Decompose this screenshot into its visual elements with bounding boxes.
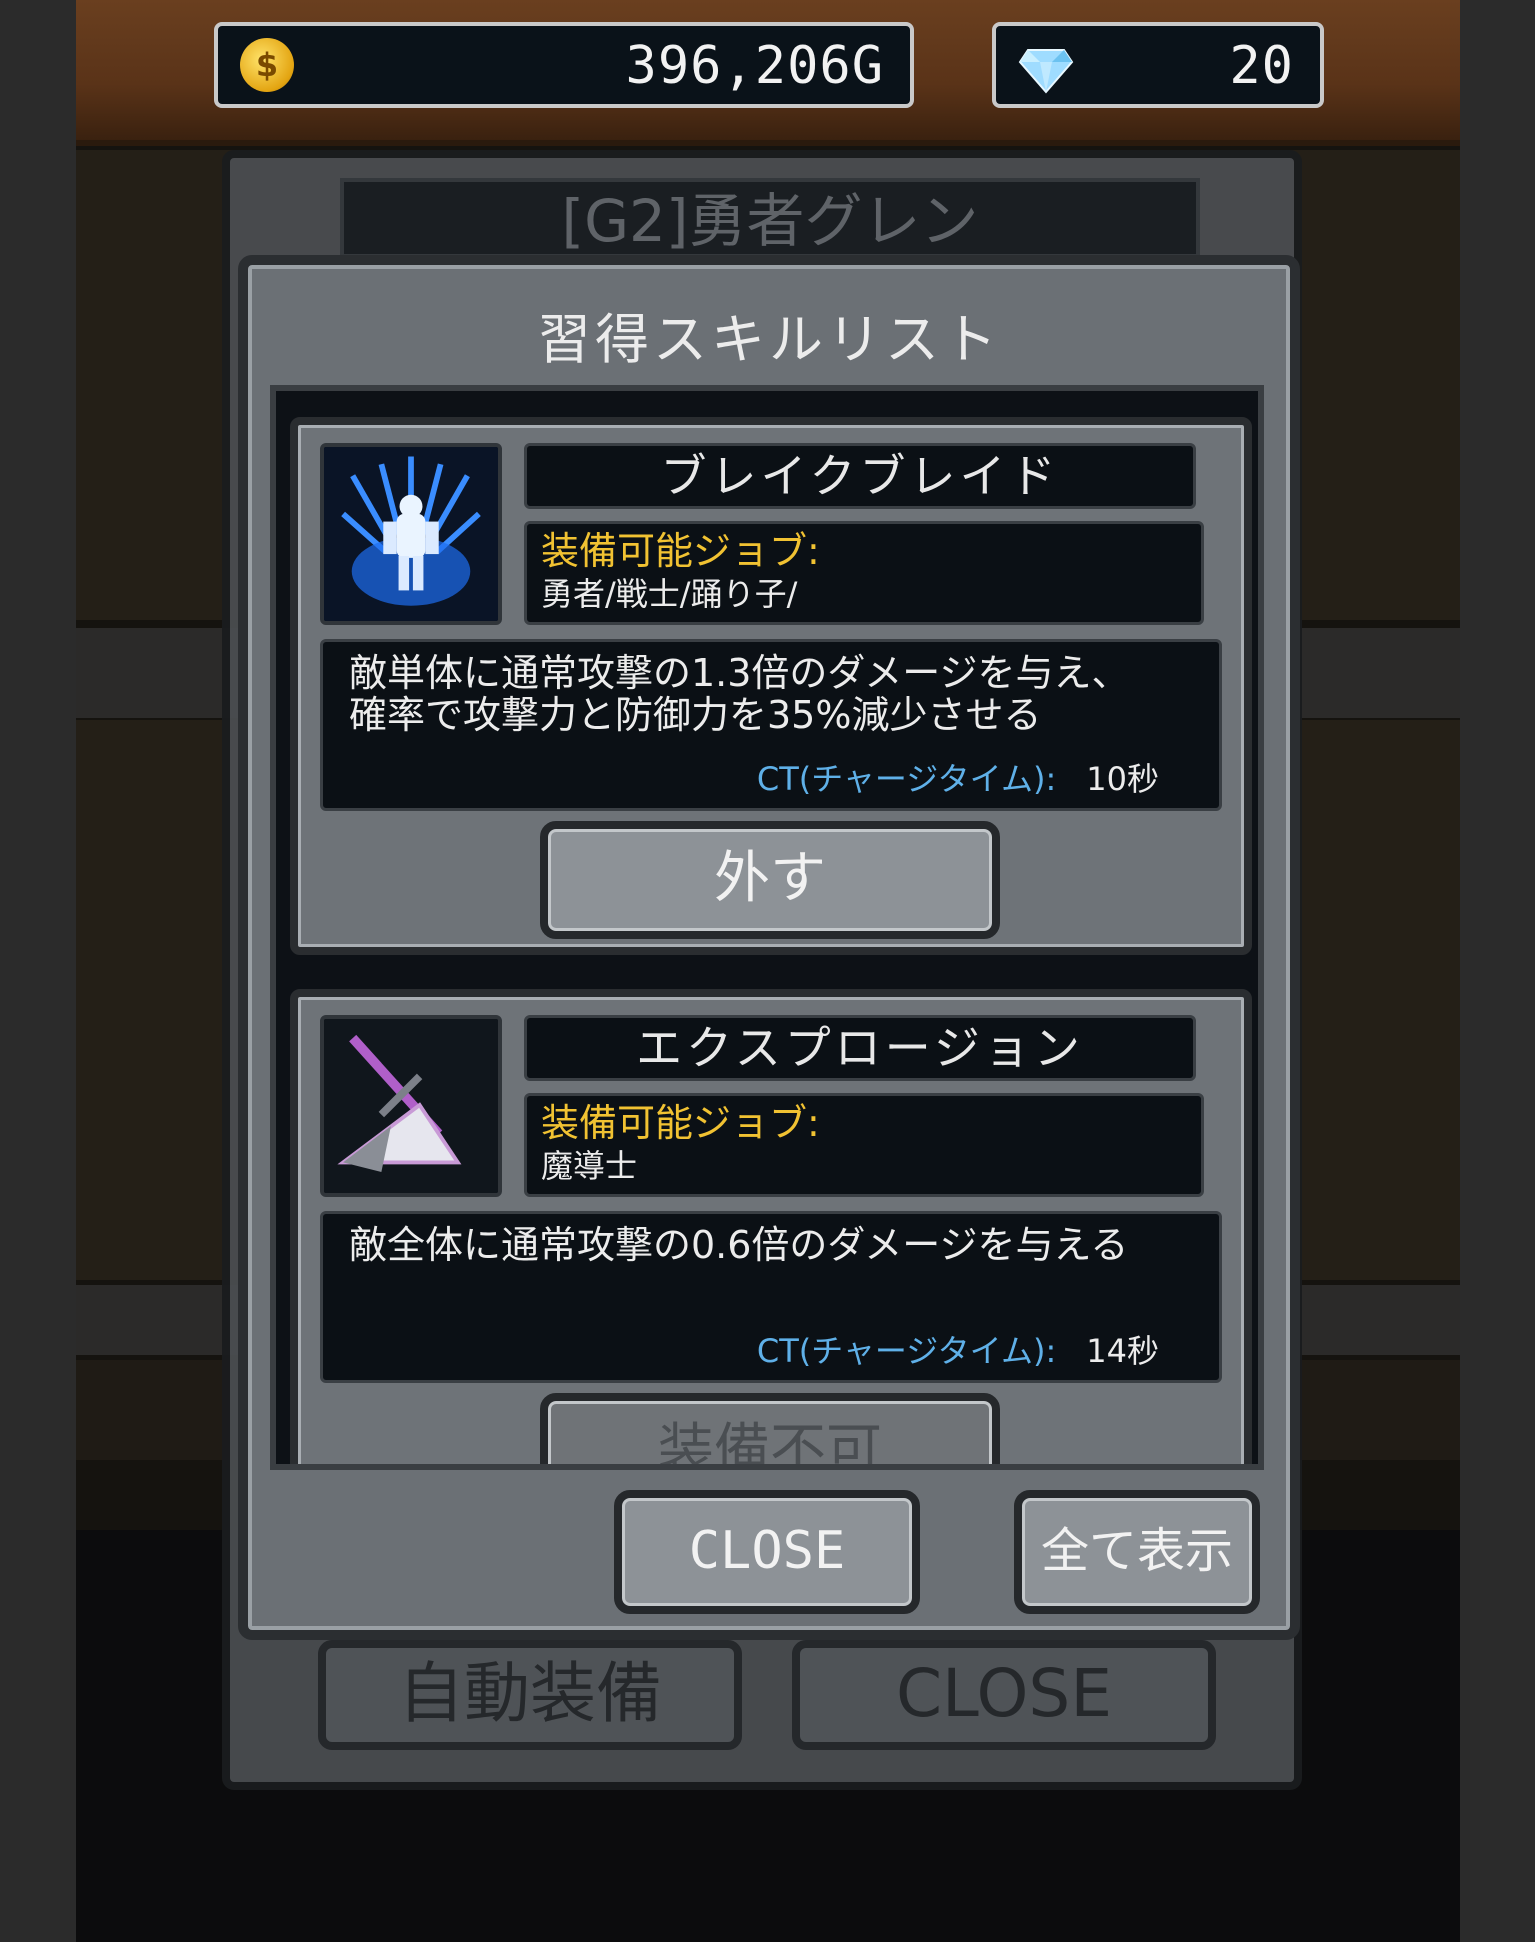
skill-name: ブレイクブレイド xyxy=(524,443,1196,509)
ct-value: 10秒 xyxy=(1086,760,1159,798)
coin-icon: $ xyxy=(240,38,294,92)
job-label: 装備可能ジョブ: xyxy=(541,529,820,573)
close-button[interactable]: CLOSE xyxy=(614,1490,920,1614)
unequip-button[interactable]: 外す xyxy=(540,821,1000,939)
cannot-equip-button[interactable]: 装備不可 xyxy=(540,1393,1000,1464)
character-title: [G2]勇者グレン xyxy=(340,178,1200,258)
ct-label: CT(チャージタイム): xyxy=(756,1332,1057,1370)
job-list: 勇者/戦士/踊り子/ xyxy=(541,575,798,613)
gem-amount: 20 xyxy=(1229,36,1294,96)
show-all-button[interactable]: 全て表示 xyxy=(1014,1490,1260,1614)
charge-time: CT(チャージタイム): 10秒 xyxy=(757,754,1159,800)
skill-description: 敵単体に通常攻撃の1.3倍のダメージを与え、 確率で攻撃力と防御力を35%減少さ… xyxy=(320,639,1222,811)
desc-line: 敵単体に通常攻撃の1.3倍のダメージを与え、 xyxy=(349,651,1130,695)
skill-name: エクスプロージョン xyxy=(524,1015,1196,1081)
skill-description: 敵全体に通常攻撃の0.6倍のダメージを与える CT(チャージタイム): 14秒 xyxy=(320,1211,1222,1383)
job-list: 魔導士 xyxy=(541,1147,638,1185)
diamond-icon xyxy=(1018,49,1074,94)
background-close-button[interactable]: CLOSE xyxy=(792,1640,1216,1750)
currency-bar: $ 396,206G 20 xyxy=(76,0,1460,146)
skill-jobs: 装備可能ジョブ: 魔導士 xyxy=(524,1093,1204,1197)
sword-icon xyxy=(320,1015,502,1197)
skill-jobs: 装備可能ジョブ: 勇者/戦士/踊り子/ xyxy=(524,521,1204,625)
ct-label: CT(チャージタイム): xyxy=(756,760,1057,798)
desc-line: 敵全体に通常攻撃の0.6倍のダメージを与える xyxy=(349,1223,1129,1267)
charge-time: CT(チャージタイム): 14秒 xyxy=(757,1326,1159,1372)
skill-card: ブレイクブレイド 装備可能ジョブ: 勇者/戦士/踊り子/ 敵単体に通常攻撃の1.… xyxy=(290,417,1252,955)
ct-value: 14秒 xyxy=(1086,1332,1159,1370)
lightning-aura-icon xyxy=(320,443,502,625)
gem-display: 20 xyxy=(992,22,1324,108)
auto-equip-button[interactable]: 自動装備 xyxy=(318,1640,742,1750)
desc-line: 確率で攻撃力と防御力を35%減少させる xyxy=(349,693,1042,737)
modal-title: 習得スキルリスト xyxy=(537,308,1001,371)
skill-card: エクスプロージョン 装備可能ジョブ: 魔導士 敵全体に通常攻撃の0.6倍のダメー… xyxy=(290,989,1252,1464)
gold-display: $ 396,206G xyxy=(214,22,914,108)
job-label: 装備可能ジョブ: xyxy=(541,1101,820,1145)
skill-list[interactable]: ブレイクブレイド 装備可能ジョブ: 勇者/戦士/踊り子/ 敵単体に通常攻撃の1.… xyxy=(270,385,1264,1470)
gold-amount: 396,206G xyxy=(625,36,884,96)
